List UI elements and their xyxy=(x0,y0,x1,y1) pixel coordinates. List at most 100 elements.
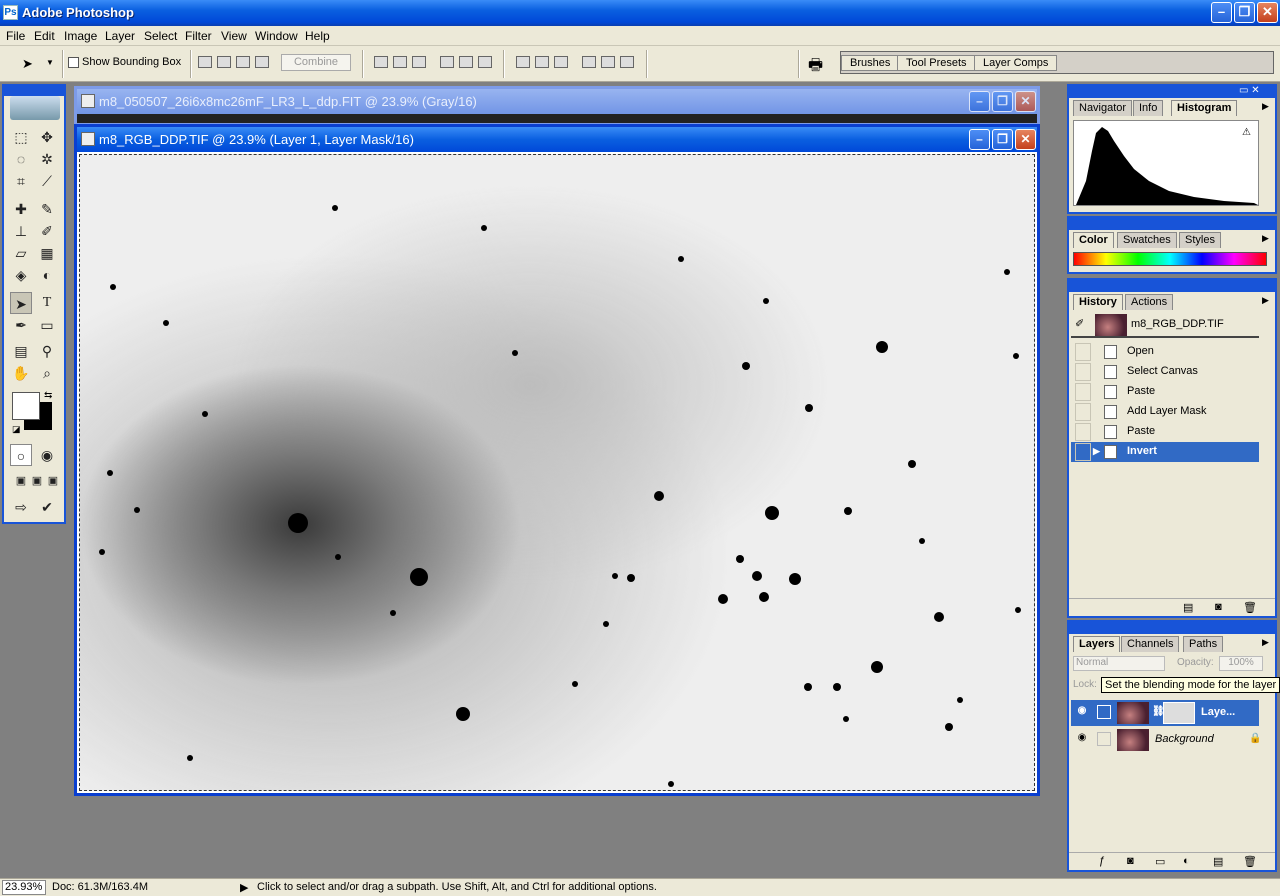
panel-menu-icon[interactable]: ▶ xyxy=(1262,101,1269,112)
document-window-tif[interactable]: m8_RGB_DDP.TIF @ 23.9% (Layer 1, Layer M… xyxy=(74,124,1040,796)
doc-close-button[interactable]: ✕ xyxy=(1015,91,1036,112)
standard-mode-icon[interactable]: ○ xyxy=(10,444,32,466)
foreground-color-swatch[interactable] xyxy=(12,392,40,420)
dock-tab-brushes[interactable]: Brushes xyxy=(841,55,900,71)
shape-exclude-icon[interactable] xyxy=(255,56,269,68)
gradient-tool-icon[interactable]: ▦ xyxy=(36,242,58,264)
new-layer-icon[interactable]: ▤ xyxy=(1213,855,1223,868)
opacity-field[interactable]: 100% xyxy=(1219,656,1263,671)
doc-maximize-button[interactable]: ❐ xyxy=(992,91,1013,112)
adjustment-layer-icon[interactable]: ◐ xyxy=(1183,855,1190,867)
layer-row[interactable]: ◉ ⛓ Laye... xyxy=(1071,700,1259,726)
history-brush-source-icon[interactable]: ✐ xyxy=(1075,317,1084,330)
document-window-fit[interactable]: m8_050507_26i6x8mc26mF_LR3_L_ddp.FIT @ 2… xyxy=(74,86,1040,126)
panel-menu-icon[interactable]: ▶ xyxy=(1262,295,1269,306)
visibility-eye-icon[interactable]: ◉ xyxy=(1075,732,1089,746)
layer-style-icon[interactable]: ƒ xyxy=(1099,855,1105,867)
distribute-bottom-icon[interactable] xyxy=(554,56,568,68)
align-left-icon[interactable] xyxy=(440,56,454,68)
history-step[interactable]: Paste xyxy=(1071,422,1259,442)
new-group-icon[interactable]: ▭ xyxy=(1155,855,1165,868)
dodge-tool-icon[interactable]: ◐ xyxy=(36,264,58,286)
new-snapshot-icon[interactable]: ◙ xyxy=(1215,601,1222,613)
tab-swatches[interactable]: Swatches xyxy=(1117,232,1177,248)
menu-filter[interactable]: Filter xyxy=(185,29,212,43)
distribute-left-icon[interactable] xyxy=(582,56,596,68)
doc-minimize-button[interactable]: – xyxy=(969,91,990,112)
move-tool-icon[interactable]: ✥ xyxy=(36,126,58,148)
healing-brush-tool-icon[interactable]: ✚ xyxy=(10,198,32,220)
document-title-bar[interactable]: m8_050507_26i6x8mc26mF_LR3_L_ddp.FIT @ 2… xyxy=(77,89,1037,114)
path-selection-tool-icon[interactable]: ➤ xyxy=(10,292,32,314)
dock-tab-tool-presets[interactable]: Tool Presets xyxy=(897,55,976,71)
tab-navigator[interactable]: Navigator xyxy=(1073,100,1133,116)
distribute-vcenter-icon[interactable] xyxy=(535,56,549,68)
brush-tool-icon[interactable]: ✎ xyxy=(36,198,58,220)
combine-button[interactable]: Combine xyxy=(281,54,351,71)
align-vcenter-icon[interactable] xyxy=(393,56,407,68)
shape-tool-icon[interactable]: ▭ xyxy=(36,314,58,336)
history-snapshot[interactable]: ✐ m8_RGB_DDP.TIF xyxy=(1071,312,1259,338)
tool-preset-dropdown-icon[interactable]: ▼ xyxy=(46,58,54,67)
menu-view[interactable]: View xyxy=(221,29,247,43)
blur-tool-icon[interactable]: ◈ xyxy=(10,264,32,286)
file-browser-icon[interactable]: 🖶 xyxy=(808,54,823,81)
new-document-from-state-icon[interactable]: ▤ xyxy=(1183,601,1193,614)
panel-minimize-icon[interactable]: ▭ ✕ xyxy=(1239,85,1260,96)
distribute-top-icon[interactable] xyxy=(516,56,530,68)
doc-maximize-button[interactable]: ❐ xyxy=(992,129,1013,150)
bounding-box-checkbox[interactable] xyxy=(68,57,79,68)
delete-state-icon[interactable]: 🗑 xyxy=(1243,601,1257,614)
panel-menu-icon[interactable]: ▶ xyxy=(1262,637,1269,648)
shape-add-icon[interactable] xyxy=(198,56,212,68)
checklist-icon[interactable]: ✔ xyxy=(36,496,58,518)
status-menu-arrow-icon[interactable]: ▶ xyxy=(240,881,248,894)
doc-minimize-button[interactable]: – xyxy=(969,129,990,150)
marquee-tool-icon[interactable]: ⬚ xyxy=(10,126,32,148)
tab-paths[interactable]: Paths xyxy=(1183,636,1224,652)
path-select-tool-icon[interactable]: ➤ xyxy=(22,56,33,72)
menu-window[interactable]: Window xyxy=(255,29,298,43)
close-button[interactable]: ✕ xyxy=(1257,2,1278,23)
menu-help[interactable]: Help xyxy=(305,29,330,43)
menu-edit[interactable]: Edit xyxy=(34,29,55,43)
blend-mode-select[interactable]: Normal xyxy=(1073,656,1165,671)
history-step[interactable]: Add Layer Mask xyxy=(1071,402,1259,422)
tab-history[interactable]: History xyxy=(1073,294,1123,310)
clone-stamp-tool-icon[interactable]: ⊥ xyxy=(10,220,32,242)
delete-layer-icon[interactable]: 🗑 xyxy=(1243,855,1257,868)
history-step[interactable]: Open xyxy=(1071,342,1259,362)
shape-subtract-icon[interactable] xyxy=(217,56,231,68)
history-step[interactable]: Paste xyxy=(1071,382,1259,402)
align-hcenter-icon[interactable] xyxy=(459,56,473,68)
align-right-icon[interactable] xyxy=(478,56,492,68)
align-bottom-icon[interactable] xyxy=(412,56,426,68)
lasso-tool-icon[interactable]: ◌ xyxy=(10,148,32,170)
layer-mask-thumbnail[interactable] xyxy=(1163,702,1195,724)
type-tool-icon[interactable]: T xyxy=(36,292,58,314)
shape-intersect-icon[interactable] xyxy=(236,56,250,68)
tab-color[interactable]: Color xyxy=(1073,232,1114,248)
distribute-hcenter-icon[interactable] xyxy=(601,56,615,68)
magic-wand-tool-icon[interactable]: ✲ xyxy=(36,148,58,170)
layer-mask-edit-icon[interactable] xyxy=(1097,705,1111,719)
history-step-selected[interactable]: ▶ Invert xyxy=(1071,442,1259,462)
history-brush-tool-icon[interactable]: ✐ xyxy=(36,220,58,242)
slice-tool-icon[interactable]: ⟋ xyxy=(36,170,58,192)
default-colors-icon[interactable]: ◪ xyxy=(12,424,21,435)
canvas-image[interactable] xyxy=(79,154,1035,791)
layer-row[interactable]: ◉ Background 🔒 xyxy=(1071,727,1261,753)
notes-tool-icon[interactable]: ▤ xyxy=(10,340,32,362)
quick-mask-mode-icon[interactable]: ◉ xyxy=(36,444,58,466)
document-title-bar[interactable]: m8_RGB_DDP.TIF @ 23.9% (Layer 1, Layer M… xyxy=(77,127,1037,152)
maximize-button[interactable]: ❐ xyxy=(1234,2,1255,23)
eyedropper-tool-icon[interactable]: ⚲ xyxy=(36,340,58,362)
adobe-feather-logo[interactable] xyxy=(10,96,60,120)
menu-image[interactable]: Image xyxy=(64,29,97,43)
menu-layer[interactable]: Layer xyxy=(105,29,135,43)
tab-info[interactable]: Info xyxy=(1133,100,1164,116)
doc-close-button[interactable]: ✕ xyxy=(1015,129,1036,150)
pen-tool-icon[interactable]: ✒ xyxy=(10,314,32,336)
hand-tool-icon[interactable]: ✋ xyxy=(10,362,32,384)
warning-icon[interactable]: ⚠ xyxy=(1242,127,1251,138)
